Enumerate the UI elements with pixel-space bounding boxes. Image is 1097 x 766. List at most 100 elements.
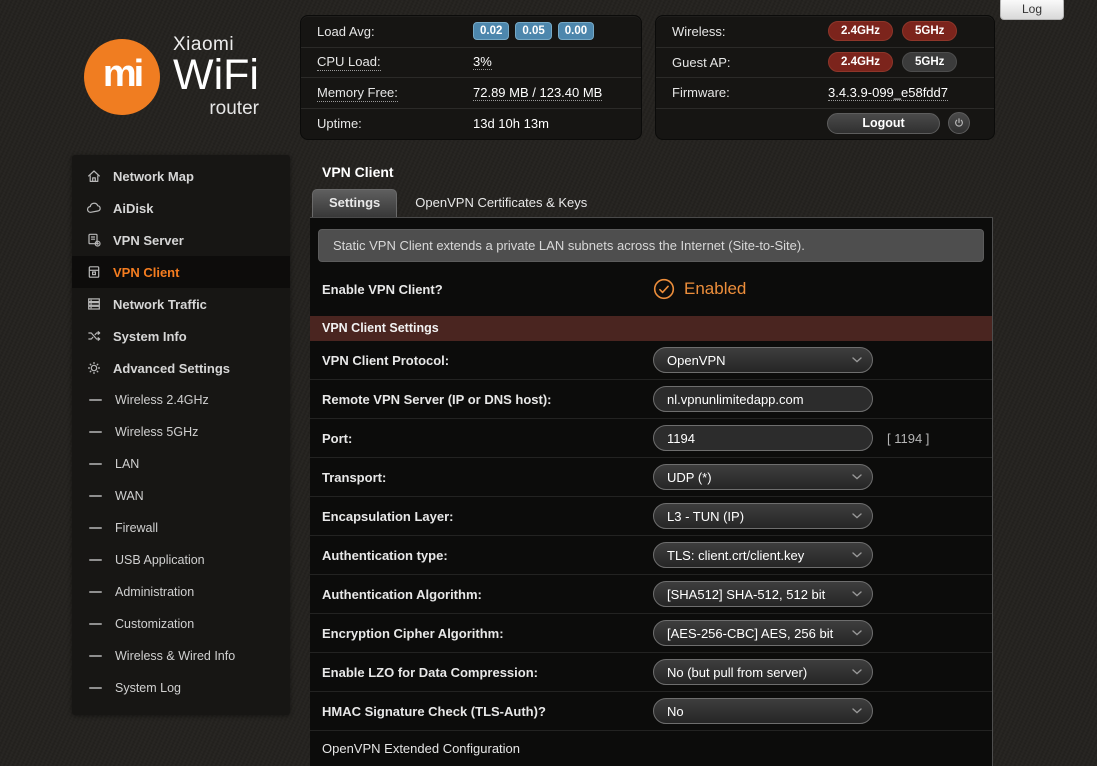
uptime-label: Uptime: — [317, 116, 473, 131]
dash-icon — [89, 431, 102, 433]
input-port[interactable] — [653, 425, 873, 451]
sidebar-subitem-usb-application[interactable]: USB Application — [72, 544, 290, 576]
wireless-status-panel: Wireless: 2.4GHz5GHz Guest AP: 2.4GHz5GH… — [655, 15, 995, 140]
system-status-panel: Load Avg: 0.020.050.00 CPU Load: 3% Memo… — [300, 15, 642, 140]
select-authentication-type[interactable]: TLS: client.crt/client.key — [653, 542, 873, 568]
home-icon — [86, 168, 102, 184]
sidebar-item-label: VPN Server — [113, 233, 184, 248]
form-row-authentication-type: Authentication type:TLS: client.crt/clie… — [310, 536, 992, 575]
chevron-down-icon — [852, 357, 862, 363]
chevron-down-icon — [852, 630, 862, 636]
firmware-value[interactable]: 3.4.3.9-099_e58fdd7 — [828, 85, 948, 101]
cpu-load-label[interactable]: CPU Load: — [317, 54, 381, 71]
select-hmac-signature-check[interactable]: No — [653, 698, 873, 724]
sidebar-subitem-customization[interactable]: Customization — [72, 608, 290, 640]
section-header: VPN Client Settings — [310, 316, 992, 341]
sidebar-subitem-label: USB Application — [115, 553, 205, 567]
hmac-signature-check-label: HMAC Signature Check (TLS-Auth)? — [310, 704, 653, 719]
tab-openvpn-certificates-keys[interactable]: OpenVPN Certificates & Keys — [397, 190, 605, 217]
gear-icon — [86, 360, 102, 376]
sidebar-subitem-label: Wireless 5GHz — [115, 425, 198, 439]
tabstrip: SettingsOpenVPN Certificates & Keys — [310, 188, 993, 218]
content-body: Static VPN Client extends a private LAN … — [310, 218, 993, 766]
sidebar-item-advanced-settings[interactable]: Advanced Settings — [72, 352, 290, 384]
sidebar-item-network-map[interactable]: Network Map — [72, 160, 290, 192]
sidebar-subitem-wireless-2-4ghz[interactable]: Wireless 2.4GHz — [72, 384, 290, 416]
cloud-icon — [86, 200, 102, 216]
shuffle-icon — [86, 328, 102, 344]
vpn-client-protocol-label: VPN Client Protocol: — [310, 353, 653, 368]
sidebar-subitem-system-log[interactable]: System Log — [72, 672, 290, 704]
load-avg-label: Load Avg: — [317, 24, 473, 39]
sidebar-subitem-firewall[interactable]: Firewall — [72, 512, 290, 544]
authentication-type-value: TLS: client.crt/client.key — [667, 548, 804, 563]
sidebar-subitem-wireless-5ghz[interactable]: Wireless 5GHz — [72, 416, 290, 448]
select-lzo-compression[interactable]: No (but pull from server) — [653, 659, 873, 685]
5ghz-badge[interactable]: 5GHz — [902, 52, 957, 72]
dash-icon — [89, 399, 102, 401]
sidebar-item-label: AiDisk — [113, 201, 153, 216]
sidebar-subitem-administration[interactable]: Administration — [72, 576, 290, 608]
5ghz-badge[interactable]: 5GHz — [902, 21, 957, 41]
sidebar-item-aidisk[interactable]: AiDisk — [72, 192, 290, 224]
uptime-value: 13d 10h 13m — [473, 116, 549, 131]
dash-icon — [89, 463, 102, 465]
dash-icon — [89, 559, 102, 561]
load-avg-values: 0.020.050.00 — [473, 22, 600, 40]
wireless-label: Wireless: — [672, 24, 828, 39]
sidebar-subitem-label: Wireless & Wired Info — [115, 649, 235, 663]
logo-sub: router — [173, 98, 259, 120]
transport-label: Transport: — [310, 470, 653, 485]
sidebar-subitem-wan[interactable]: WAN — [72, 480, 290, 512]
logo-product: WiFi — [173, 56, 259, 96]
2-4ghz-badge[interactable]: 2.4GHz — [828, 21, 893, 41]
logo-text: Xiaomi WiFi router — [173, 34, 259, 120]
sidebar-subitem-wireless-wired-info[interactable]: Wireless & Wired Info — [72, 640, 290, 672]
encapsulation-layer-value: L3 - TUN (IP) — [667, 509, 744, 524]
log-button[interactable]: Log — [1000, 0, 1064, 20]
sidebar-item-label: Network Traffic — [113, 297, 207, 312]
form-row-vpn-client-protocol: VPN Client Protocol:OpenVPN — [310, 341, 992, 380]
sidebar-subitem-label: Firewall — [115, 521, 158, 535]
power-icon — [953, 117, 965, 129]
dash-icon — [89, 687, 102, 689]
input-remote-vpn-server[interactable] — [653, 386, 873, 412]
select-encryption-cipher-algorithm[interactable]: [AES-256-CBC] AES, 256 bit — [653, 620, 873, 646]
lzo-compression-label: Enable LZO for Data Compression: — [310, 665, 653, 680]
power-button[interactable] — [948, 112, 970, 134]
hmac-signature-check-value: No — [667, 704, 684, 719]
dash-icon — [89, 495, 102, 497]
dash-icon — [89, 527, 102, 529]
form-row-hmac-signature-check: HMAC Signature Check (TLS-Auth)? No — [310, 692, 992, 731]
chevron-down-icon — [852, 591, 862, 597]
form-rows: VPN Client Protocol:OpenVPN Remote VPN Se… — [310, 341, 992, 731]
memory-free-row: Memory Free: 72.89 MB / 123.40 MB — [301, 77, 641, 108]
select-vpn-client-protocol[interactable]: OpenVPN — [653, 347, 873, 373]
port-hint: [ 1194 ] — [887, 431, 929, 446]
tab-settings[interactable]: Settings — [312, 189, 397, 217]
enable-vpn-label: Enable VPN Client? — [310, 282, 653, 297]
sidebar-item-vpn-server[interactable]: VPN Server — [72, 224, 290, 256]
cpu-load-value: 3% — [473, 54, 492, 70]
vpn-enabled-toggle[interactable]: Enabled — [653, 278, 746, 300]
form-row-encapsulation-layer: Encapsulation Layer:L3 - TUN (IP) — [310, 497, 992, 536]
select-transport[interactable]: UDP (*) — [653, 464, 873, 490]
sidebar-subitem-lan[interactable]: LAN — [72, 448, 290, 480]
sidebar-item-network-traffic[interactable]: Network Traffic — [72, 288, 290, 320]
guest-ap-row: Guest AP: 2.4GHz5GHz — [656, 47, 994, 78]
chevron-down-icon — [852, 708, 862, 714]
page-title: VPN Client — [310, 160, 993, 188]
sidebar-item-label: Network Map — [113, 169, 194, 184]
sidebar-item-system-info[interactable]: System Info — [72, 320, 290, 352]
memory-free-label[interactable]: Memory Free: — [317, 85, 398, 102]
remote-vpn-server-label: Remote VPN Server (IP or DNS host): — [310, 392, 653, 407]
sidebar-item-vpn-client[interactable]: VPN Client — [72, 256, 290, 288]
2-4ghz-badge[interactable]: 2.4GHz — [828, 52, 893, 72]
select-authentication-algorithm[interactable]: [SHA512] SHA-512, 512 bit — [653, 581, 873, 607]
form-row-encryption-cipher-algorithm: Encryption Cipher Algorithm:[AES-256-CBC… — [310, 614, 992, 653]
wireless-badges: 2.4GHz 5GHz — [828, 21, 966, 41]
logout-button[interactable]: Logout — [827, 113, 940, 134]
form-row-remote-vpn-server: Remote VPN Server (IP or DNS host): — [310, 380, 992, 419]
chevron-down-icon — [852, 474, 862, 480]
select-encapsulation-layer[interactable]: L3 - TUN (IP) — [653, 503, 873, 529]
